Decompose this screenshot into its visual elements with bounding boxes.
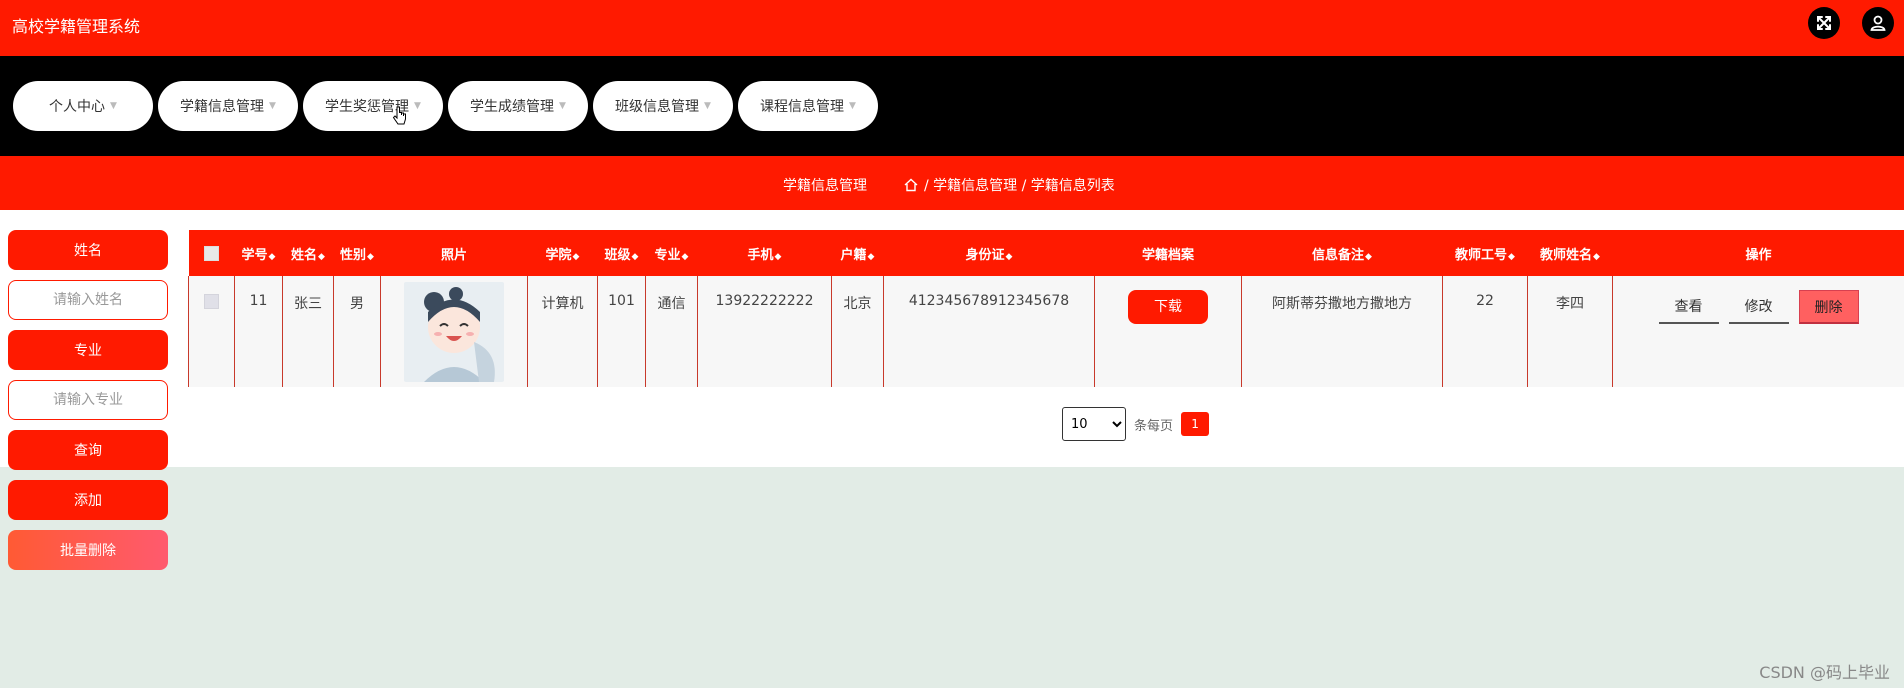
caret-down-icon: ▼ [559,101,566,111]
edit-button[interactable]: 修改 [1728,290,1789,324]
main-nav: 个人中心 ▼ 学籍信息管理 ▼ 学生奖惩管理 ▼ 学生成绩管理 ▼ 班级信息管理 ▼ 课程… [0,56,1904,156]
cell-teacher-id: 22 [1442,276,1528,387]
app-title: 高校学籍管理系统 [12,17,141,36]
row-checkbox[interactable] [204,293,219,309]
nav-item-label: 学籍信息管理 [180,99,265,115]
column-header[interactable]: 学院◆ [527,230,598,276]
cell-photo [380,276,528,387]
major-label: 专业 [8,330,168,370]
cell-class: 101 [597,276,646,387]
cell-file: 下载 [1094,276,1242,387]
name-search-input[interactable] [8,280,168,320]
breadcrumb-path[interactable]: / 学籍信息管理 / 学籍信息列表 [924,175,1115,195]
nav-item-label: 班级信息管理 [615,99,700,115]
nav-item-courses[interactable]: 课程信息管理 ▼ [738,81,878,131]
major-search-input[interactable] [8,380,168,420]
page-number-button[interactable]: 1 [1181,412,1210,436]
nav-item-personal-center[interactable]: 个人中心 ▼ [13,81,153,131]
column-header[interactable]: 户籍◆ [831,230,884,276]
sort-icon: ◆ [1365,251,1372,262]
column-header[interactable]: 信息备注◆ [1241,230,1443,276]
column-header: 照片 [380,230,528,276]
hand-cursor-icon [392,106,406,125]
sort-icon: ◆ [318,251,325,262]
caret-down-icon: ▼ [704,101,711,111]
table-header-row: 学号◆ 姓名◆ 性别◆ 照片 学院◆ 班级◆ 专业◆ 手机◆ 户籍◆ 身份证◆ … [188,230,1904,276]
column-header[interactable]: 专业◆ [645,230,698,276]
cell-gender: 男 [333,276,381,387]
user-icon[interactable] [1862,7,1894,39]
sort-icon: ◆ [572,251,580,262]
column-header[interactable]: 教师姓名◆ [1527,230,1613,276]
breadcrumb: / 学籍信息管理 / 学籍信息列表 [904,175,1115,195]
column-header[interactable]: 身份证◆ [883,230,1095,276]
caret-down-icon: ▼ [849,101,856,111]
pagination: 10 条每页 1 [1062,407,1210,441]
column-header: 操作 [1612,230,1904,276]
column-header[interactable]: 性别◆ [333,230,381,276]
nav-item-label: 课程信息管理 [760,99,845,115]
sort-icon: ◆ [1005,251,1013,262]
name-label: 姓名 [8,230,168,270]
cell-id-card: 412345678912345678 [883,276,1095,387]
sort-icon: ◆ [631,251,639,262]
sort-icon: ◆ [774,251,782,262]
cell-hometown: 北京 [831,276,884,387]
sort-icon: ◆ [1593,251,1600,262]
cell-name: 张三 [282,276,334,387]
cell-phone: 13922222222 [697,276,832,387]
caret-down-icon: ▼ [110,101,117,111]
column-header[interactable]: 学号◆ [234,230,283,276]
cell-id: 11 [234,276,283,387]
sort-icon: ◆ [367,251,374,262]
cell-college: 计算机 [527,276,598,387]
download-button[interactable]: 下载 [1128,290,1208,324]
nav-item-label: 学生成绩管理 [470,99,555,115]
cell-major: 通信 [645,276,698,387]
student-photo [404,282,504,382]
page-size-select[interactable]: 10 [1062,407,1126,441]
page-title: 学籍信息管理 [783,178,867,194]
add-button[interactable]: 添加 [8,480,168,520]
table-row: 11 张三 男 计算机 101 通信 13922222222 北京 412345… [188,276,1904,387]
column-header[interactable]: 班级◆ [597,230,646,276]
sort-icon: ◆ [1508,251,1515,262]
nav-item-student-records[interactable]: 学籍信息管理 ▼ [158,81,298,131]
expand-icon[interactable] [1808,7,1840,39]
sort-icon: ◆ [681,251,689,262]
row-actions: 查看 修改 删除 [1658,290,1859,324]
nav-item-classes[interactable]: 班级信息管理 ▼ [593,81,733,131]
view-button[interactable]: 查看 [1658,290,1719,324]
nav-item-rewards-penalties[interactable]: 学生奖惩管理 ▼ [303,81,443,131]
batch-delete-button[interactable]: 批量删除 [8,530,168,570]
breadcrumb-bar: 学籍信息管理 / 学籍信息管理 / 学籍信息列表 [0,156,1904,210]
cell-actions: 查看 修改 删除 [1612,276,1904,387]
watermark: CSDN @码上毕业 [1759,663,1890,682]
home-icon[interactable] [904,178,918,192]
select-all-checkbox[interactable] [203,245,219,261]
column-header[interactable]: 手机◆ [697,230,832,276]
caret-down-icon: ▼ [414,101,421,111]
nav-item-grades[interactable]: 学生成绩管理 ▼ [448,81,588,131]
search-button[interactable]: 查询 [8,430,168,470]
cell-teacher-name: 李四 [1527,276,1613,387]
top-bar: 高校学籍管理系统 [0,0,1904,56]
sort-icon: ◆ [268,251,276,262]
nav-item-label: 个人中心 [49,99,106,115]
row-select-cell [188,276,235,387]
column-header: 学籍档案 [1094,230,1242,276]
cell-remark: 阿斯蒂芬撒地方撒地方 [1241,276,1443,387]
sort-icon: ◆ [867,251,875,262]
records-table-wrap: 学号◆ 姓名◆ 性别◆ 照片 学院◆ 班级◆ 专业◆ 手机◆ 户籍◆ 身份证◆ … [188,230,1904,387]
records-table: 学号◆ 姓名◆ 性别◆ 照片 学院◆ 班级◆ 专业◆ 手机◆ 户籍◆ 身份证◆ … [188,230,1904,387]
delete-button[interactable]: 删除 [1798,290,1859,324]
column-header[interactable]: 教师工号◆ [1442,230,1528,276]
caret-down-icon: ▼ [269,101,276,111]
column-header[interactable]: 姓名◆ [282,230,334,276]
select-all-cell [188,230,235,276]
per-page-label: 条每页 [1134,418,1174,434]
